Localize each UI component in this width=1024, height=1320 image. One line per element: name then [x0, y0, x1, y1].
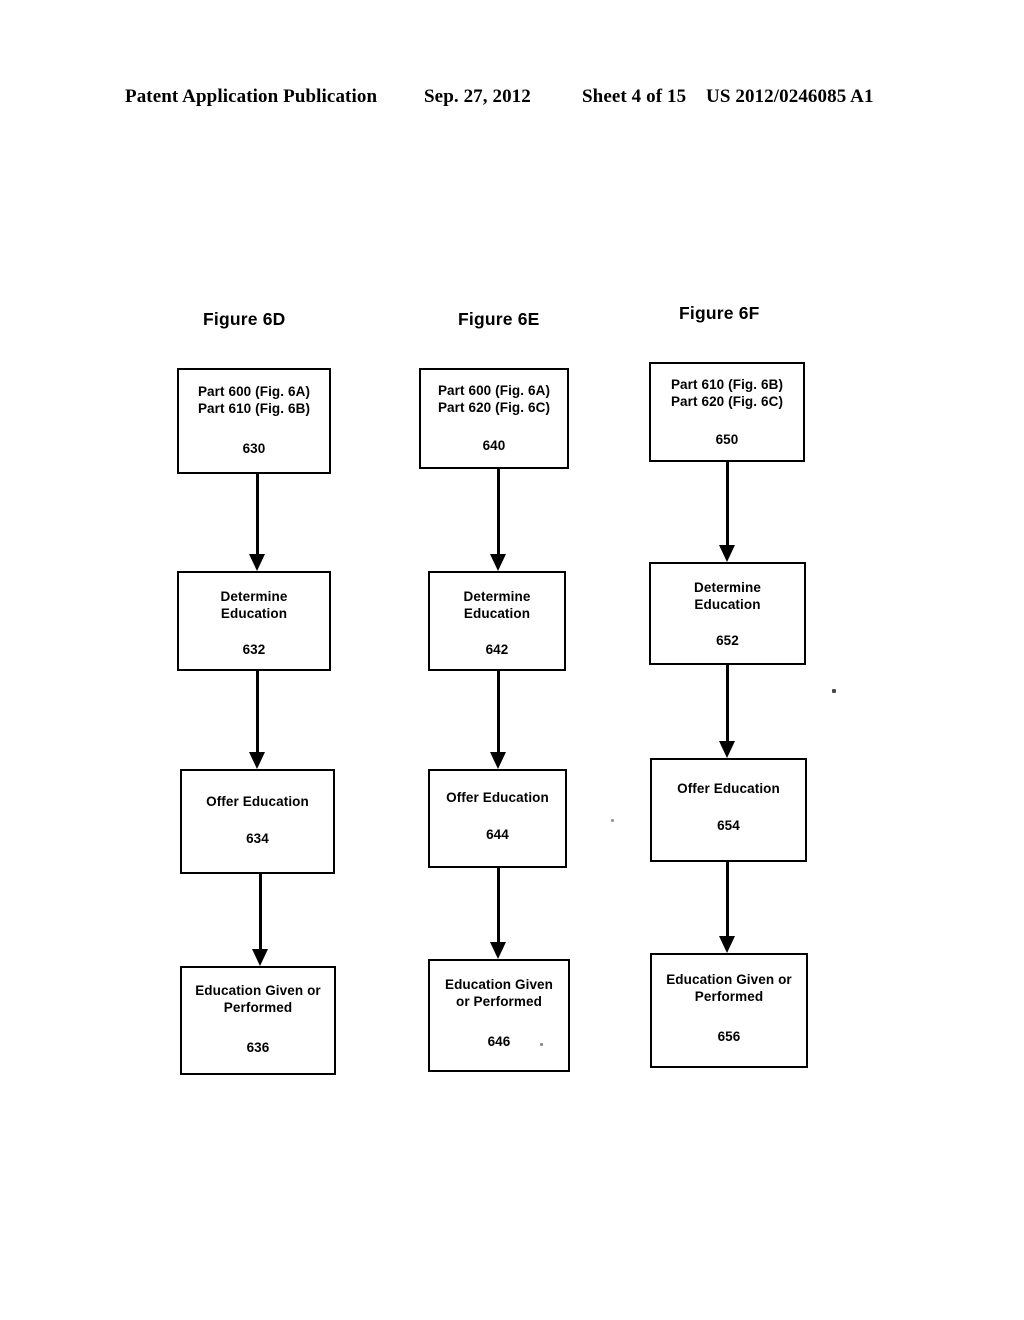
- flow-box-652: Determine Education 652: [649, 562, 806, 665]
- flow-box-656-ref: 656: [717, 1028, 741, 1044]
- arrow-642-to-644: [490, 671, 506, 769]
- figure-title-6d: Figure 6D: [203, 309, 286, 329]
- figure-title-6e: Figure 6E: [458, 309, 540, 329]
- flow-box-656: Education Given or Performed 656: [650, 953, 808, 1068]
- arrow-634-to-636: [252, 874, 268, 966]
- arrow-644-to-646: [490, 868, 506, 959]
- flow-box-650-ref: 650: [715, 431, 739, 447]
- arrow-654-to-656: [719, 862, 735, 953]
- scan-speckle: [611, 819, 614, 822]
- figure-title-6f: Figure 6F: [679, 303, 760, 323]
- flow-box-646: Education Given or Performed 646: [428, 959, 570, 1072]
- publication-header: Patent Application Publication Sep. 27, …: [0, 86, 1024, 114]
- flow-box-630-ref: 630: [242, 440, 266, 456]
- flow-box-650: Part 610 (Fig. 6B) Part 620 (Fig. 6C) 65…: [649, 362, 805, 462]
- flow-box-634: Offer Education 634: [180, 769, 335, 874]
- flow-box-654-ref: 654: [717, 818, 740, 834]
- flow-box-644-ref: 644: [486, 827, 509, 843]
- patent-number: US 2012/0246085 A1: [706, 86, 874, 107]
- flow-box-632-ref: 632: [242, 641, 266, 657]
- flow-box-644-label: Offer Education: [446, 790, 549, 805]
- flow-box-646-ref: 646: [487, 1033, 511, 1049]
- publication-date: Sep. 27, 2012: [424, 86, 531, 107]
- flow-box-654: Offer Education 654: [650, 758, 807, 862]
- flow-box-640-label: Part 600 (Fig. 6A) Part 620 (Fig. 6C): [437, 383, 551, 416]
- flow-box-634-label: Offer Education: [206, 794, 309, 809]
- flow-box-646-label: Education Given or Performed: [444, 977, 554, 1010]
- publication-title: Patent Application Publication: [125, 86, 378, 107]
- flow-box-632: Determine Education 632: [177, 571, 331, 671]
- flow-box-636-ref: 636: [246, 1039, 270, 1055]
- arrow-630-to-632: [249, 474, 265, 571]
- arrow-650-to-652: [719, 462, 735, 562]
- flow-box-640-ref: 640: [482, 437, 506, 453]
- scan-speckle: [540, 1043, 543, 1046]
- flow-box-650-label: Part 610 (Fig. 6B) Part 620 (Fig. 6C): [670, 377, 784, 410]
- flow-box-644: Offer Education 644: [428, 769, 567, 868]
- flow-box-656-label: Education Given or Performed: [666, 972, 792, 1005]
- flow-box-640: Part 600 (Fig. 6A) Part 620 (Fig. 6C) 64…: [419, 368, 569, 469]
- flow-box-632-label: Determine Education: [220, 589, 288, 622]
- flow-box-630-label: Part 600 (Fig. 6A) Part 610 (Fig. 6B): [197, 384, 311, 417]
- flow-box-652-ref: 652: [716, 632, 739, 648]
- flow-box-636: Education Given or Performed 636: [180, 966, 336, 1075]
- flow-box-642: Determine Education 642: [428, 571, 566, 671]
- flow-box-652-label: Determine Education: [694, 580, 761, 613]
- scan-speckle: [832, 689, 836, 693]
- arrow-652-to-654: [719, 665, 735, 758]
- flow-box-636-label: Education Given or Performed: [195, 983, 321, 1016]
- flow-box-630: Part 600 (Fig. 6A) Part 610 (Fig. 6B) 63…: [177, 368, 331, 474]
- flow-box-642-label: Determine Education: [463, 589, 531, 622]
- flow-box-642-ref: 642: [485, 641, 509, 657]
- flow-box-654-label: Offer Education: [677, 781, 780, 796]
- flow-box-634-ref: 634: [246, 831, 269, 847]
- arrow-632-to-634: [249, 671, 265, 769]
- sheet-number: Sheet 4 of 15: [582, 86, 687, 107]
- arrow-640-to-642: [490, 469, 506, 571]
